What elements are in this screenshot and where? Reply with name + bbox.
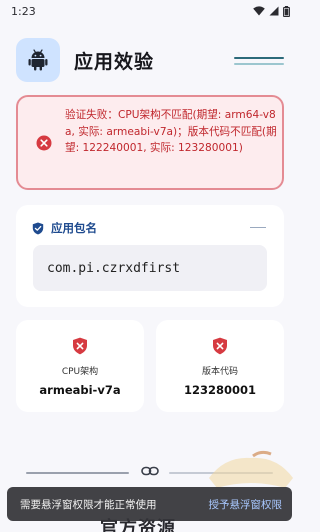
wifi-icon (253, 6, 265, 16)
verification-error-card: 验证失败：CPU架构不匹配(期望: arm64-v8a, 实际: armeabi… (16, 95, 284, 190)
android-icon (28, 49, 48, 71)
package-card: 应用包名 com.pi.czrxdfirst (16, 205, 284, 307)
error-shield-icon (73, 337, 87, 355)
cpu-arch-card: CPU架构 armeabi-v7a (16, 320, 144, 412)
cpu-arch-label: CPU架构 (61, 367, 99, 377)
error-shield-icon (213, 337, 227, 355)
section-divider (26, 472, 129, 474)
grant-overlay-permission-button[interactable]: 授予悬浮窗权限 (209, 497, 283, 512)
status-time: 1:23 (11, 4, 36, 18)
toast-message: 需要悬浮窗权限才能正常使用 (20, 498, 157, 511)
link-icon (141, 466, 159, 476)
error-message: 验证失败：CPU架构不匹配(期望: arm64-v8a, 实际: armeabi… (65, 109, 277, 154)
header: 应用效验 (16, 38, 286, 84)
signal-icon (269, 6, 279, 16)
version-code-label: 版本代码 (201, 367, 238, 377)
package-name-box[interactable]: com.pi.czrxdfirst (33, 245, 267, 291)
permission-toast: 需要悬浮窗权限才能正常使用 授予悬浮窗权限 (7, 487, 292, 521)
package-name: com.pi.czrxdfirst (47, 260, 181, 276)
version-code-value: 123280001 (183, 383, 256, 397)
app-icon-box (16, 38, 60, 82)
package-card-title: 应用包名 (51, 221, 97, 235)
package-card-divider (250, 227, 266, 228)
package-card-header: 应用包名 (32, 220, 97, 236)
cpu-arch-value: armeabi-v7a (39, 383, 121, 397)
battery-icon (283, 5, 290, 17)
status-icons (253, 5, 290, 17)
status-bar: 1:23 (0, 0, 300, 22)
shield-check-icon (32, 222, 44, 234)
error-circle-icon (36, 135, 52, 151)
header-decoration-line (234, 63, 284, 65)
header-decoration-line (234, 57, 284, 59)
version-code-card: 版本代码 123280001 (156, 320, 284, 412)
page-title: 应用效验 (74, 51, 155, 73)
